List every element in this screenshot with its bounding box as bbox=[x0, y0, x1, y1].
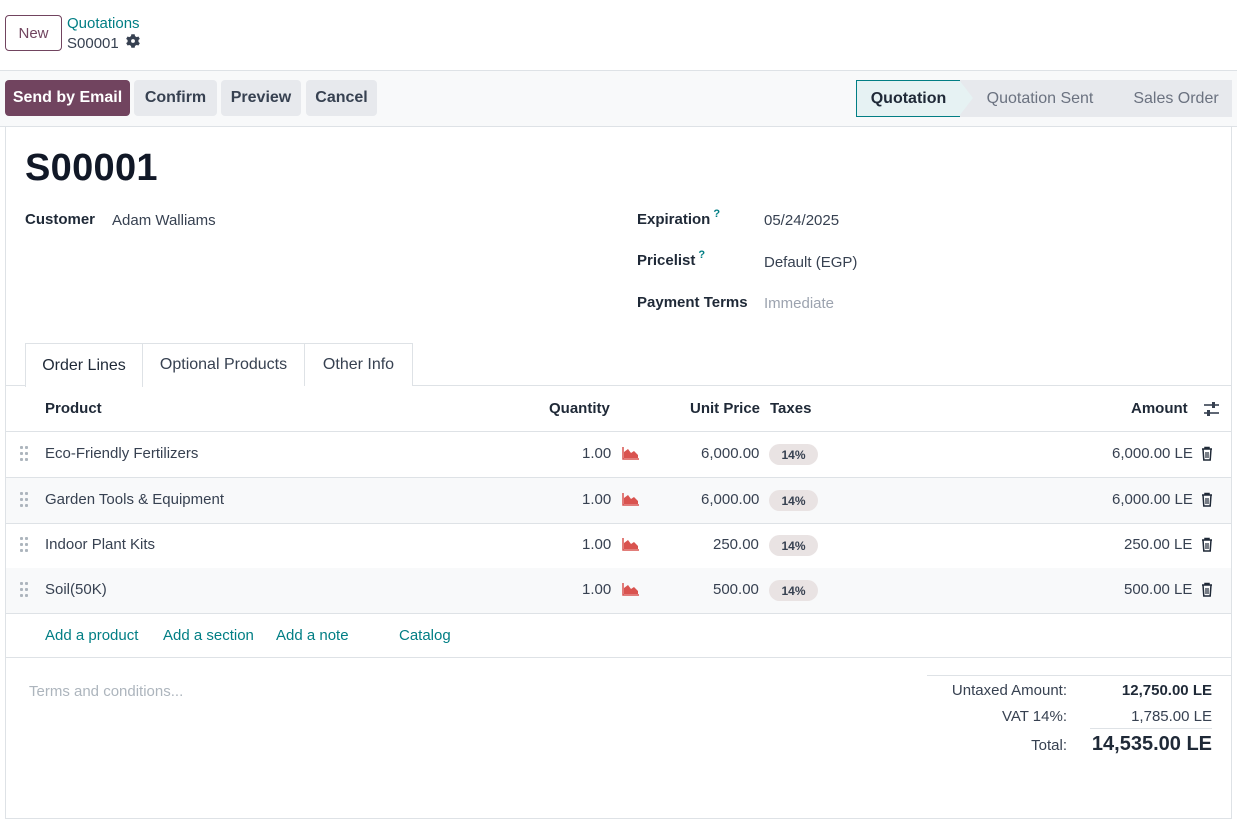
trash-icon[interactable] bbox=[1201, 582, 1213, 601]
action-bar: Send by Email Confirm Preview Cancel Quo… bbox=[0, 71, 1237, 127]
totals-divider bbox=[927, 675, 1232, 676]
product-cell[interactable]: Indoor Plant Kits bbox=[45, 536, 155, 553]
order-lines-header: Product Quantity Unit Price Taxes Amount bbox=[6, 386, 1231, 432]
breadcrumb-current-label: S00001 bbox=[67, 34, 119, 52]
untaxed-amount-label: Untaxed Amount: bbox=[951, 682, 1067, 699]
new-button[interactable]: New bbox=[5, 15, 62, 51]
vat-label: VAT 14%: bbox=[1001, 708, 1067, 725]
product-cell[interactable]: Eco-Friendly Fertilizers bbox=[45, 445, 198, 462]
pricelist-label: Pricelist? bbox=[637, 249, 706, 269]
sliders-icon[interactable] bbox=[1203, 401, 1220, 421]
pricelist-field[interactable]: Default (EGP) bbox=[764, 254, 857, 271]
drag-handle-icon[interactable] bbox=[20, 446, 30, 462]
status-bar: Quotation Quotation Sent Sales Order bbox=[856, 80, 1232, 117]
unit-price-cell[interactable]: 500.00 bbox=[713, 581, 759, 598]
amount-cell: 6,000.00 LE bbox=[1112, 491, 1193, 508]
product-cell[interactable]: Soil(50K) bbox=[45, 581, 107, 598]
payment-terms-field[interactable]: Immediate bbox=[764, 295, 834, 312]
column-unit-price[interactable]: Unit Price bbox=[690, 400, 760, 417]
column-amount[interactable]: Amount bbox=[1131, 400, 1188, 417]
tax-badge[interactable]: 14% bbox=[769, 444, 818, 465]
trash-icon[interactable] bbox=[1201, 537, 1213, 556]
drag-handle-icon[interactable] bbox=[20, 537, 30, 553]
gear-icon[interactable] bbox=[125, 34, 140, 52]
quantity-cell[interactable]: 1.00 bbox=[582, 491, 611, 508]
column-product[interactable]: Product bbox=[45, 400, 102, 417]
tab-other-info[interactable]: Other Info bbox=[304, 343, 413, 386]
vat-value: 1,785.00 LE bbox=[1131, 708, 1212, 725]
tax-badge[interactable]: 14% bbox=[769, 580, 818, 601]
table-row[interactable]: Eco-Friendly Fertilizers 1.00 6,000.00 1… bbox=[6, 432, 1231, 478]
help-icon[interactable]: ? bbox=[713, 208, 720, 220]
unit-price-cell[interactable]: 6,000.00 bbox=[701, 445, 759, 462]
tax-badge[interactable]: 14% bbox=[769, 490, 818, 511]
terms-and-conditions-field[interactable]: Terms and conditions... bbox=[29, 683, 183, 700]
add-note-link[interactable]: Add a note bbox=[276, 627, 349, 644]
area-chart-icon[interactable] bbox=[622, 537, 640, 555]
stage-quotation[interactable]: Quotation bbox=[856, 80, 974, 117]
breadcrumb-current: S00001 bbox=[67, 34, 140, 52]
form-sheet: S00001 Customer Adam Walliams Expiration… bbox=[5, 127, 1232, 819]
drag-handle-icon[interactable] bbox=[20, 492, 30, 508]
quantity-cell[interactable]: 1.00 bbox=[582, 536, 611, 553]
column-quantity[interactable]: Quantity bbox=[549, 400, 610, 417]
column-taxes[interactable]: Taxes bbox=[770, 400, 811, 417]
untaxed-amount-value: 12,750.00 LE bbox=[1121, 682, 1212, 699]
quantity-cell[interactable]: 1.00 bbox=[582, 445, 611, 462]
stage-sales-order[interactable]: Sales Order bbox=[1106, 80, 1232, 117]
send-by-email-button[interactable]: Send by Email bbox=[5, 80, 130, 116]
table-row[interactable]: Indoor Plant Kits 1.00 250.00 14% 250.00… bbox=[6, 523, 1231, 569]
trash-icon[interactable] bbox=[1201, 446, 1213, 465]
unit-price-cell[interactable]: 250.00 bbox=[713, 536, 759, 553]
expiration-label: Expiration? bbox=[637, 208, 721, 228]
total-label: Total: bbox=[1031, 737, 1067, 754]
quantity-cell[interactable]: 1.00 bbox=[582, 581, 611, 598]
preview-button[interactable]: Preview bbox=[221, 80, 301, 116]
stage-quotation-sent[interactable]: Quotation Sent bbox=[960, 80, 1120, 117]
add-line-row: Add a product Add a section Add a note C… bbox=[6, 613, 1231, 658]
notebook-tabs: Order Lines Optional Products Other Info bbox=[6, 343, 1231, 387]
amount-cell: 500.00 LE bbox=[1124, 581, 1193, 598]
cancel-button[interactable]: Cancel bbox=[306, 80, 377, 116]
amount-cell: 250.00 LE bbox=[1124, 536, 1193, 553]
tab-order-lines[interactable]: Order Lines bbox=[25, 343, 143, 387]
area-chart-icon[interactable] bbox=[622, 492, 640, 510]
confirm-button[interactable]: Confirm bbox=[134, 80, 217, 116]
add-product-link[interactable]: Add a product bbox=[45, 627, 138, 644]
breadcrumb-parent-link[interactable]: Quotations bbox=[67, 15, 140, 32]
record-title: S00001 bbox=[25, 147, 158, 189]
area-chart-icon[interactable] bbox=[622, 446, 640, 464]
control-panel: New Quotations S00001 bbox=[0, 0, 1237, 71]
catalog-link[interactable]: Catalog bbox=[399, 627, 451, 644]
trash-icon[interactable] bbox=[1201, 492, 1213, 511]
unit-price-cell[interactable]: 6,000.00 bbox=[701, 491, 759, 508]
drag-handle-icon[interactable] bbox=[20, 582, 30, 598]
add-section-link[interactable]: Add a section bbox=[163, 627, 254, 644]
customer-field[interactable]: Adam Walliams bbox=[112, 212, 216, 229]
total-divider bbox=[1090, 728, 1212, 729]
table-row[interactable]: Soil(50K) 1.00 500.00 14% 500.00 LE bbox=[6, 568, 1231, 614]
expiration-field[interactable]: 05/24/2025 bbox=[764, 212, 839, 229]
tab-optional-products[interactable]: Optional Products bbox=[142, 343, 305, 386]
product-cell[interactable]: Garden Tools & Equipment bbox=[45, 491, 224, 508]
table-row[interactable]: Garden Tools & Equipment 1.00 6,000.00 1… bbox=[6, 478, 1231, 524]
amount-cell: 6,000.00 LE bbox=[1112, 445, 1193, 462]
area-chart-icon[interactable] bbox=[622, 582, 640, 600]
total-value: 14,535.00 LE bbox=[1091, 733, 1212, 755]
tax-badge[interactable]: 14% bbox=[769, 535, 818, 556]
customer-label: Customer bbox=[25, 211, 96, 228]
payment-terms-label: Payment Terms bbox=[637, 294, 748, 311]
help-icon[interactable]: ? bbox=[698, 249, 705, 261]
